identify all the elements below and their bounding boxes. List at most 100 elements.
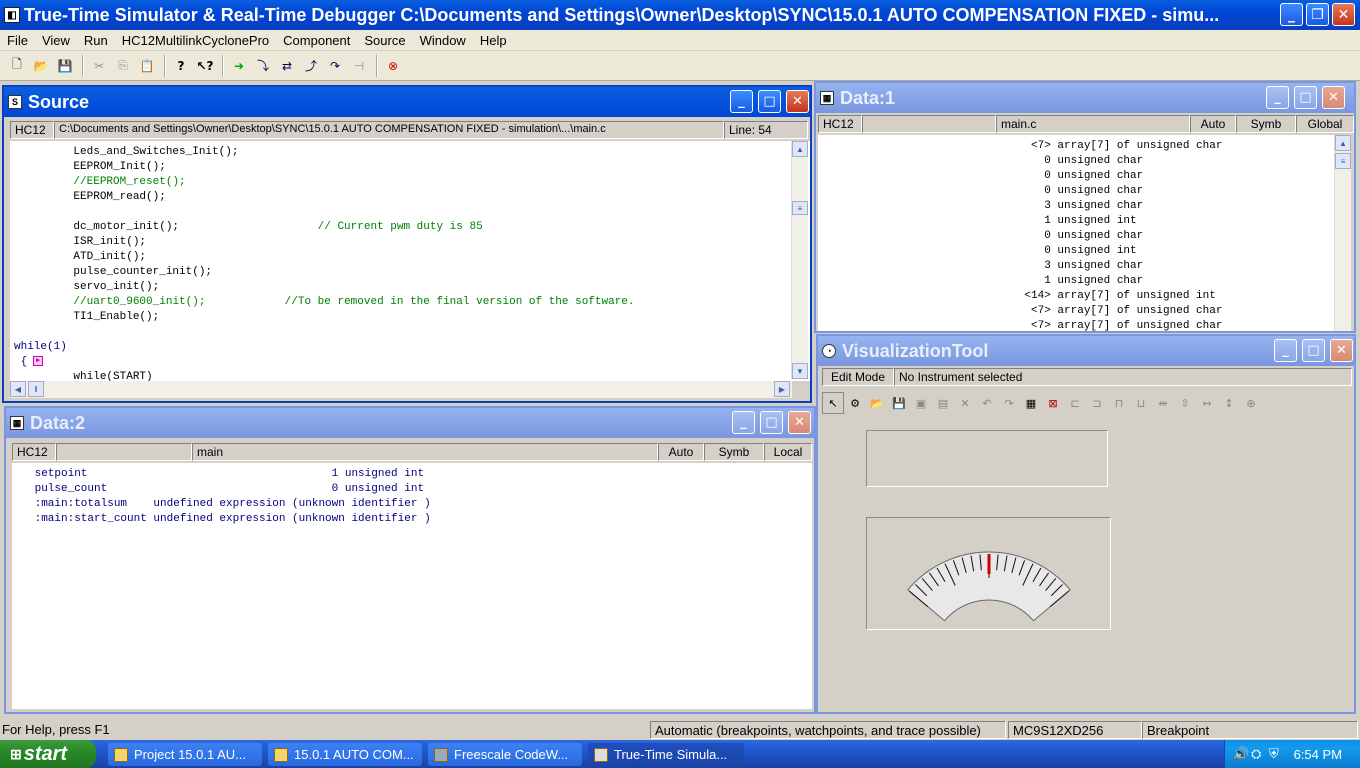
source-maximize-button[interactable]: □ — [758, 90, 781, 113]
cut-icon[interactable]: ✂ — [88, 55, 110, 77]
source-line[interactable]: servo_init(); — [14, 280, 159, 295]
scroll-up-icon[interactable]: ▲ — [792, 141, 808, 157]
source-line[interactable]: {▶ — [14, 355, 44, 370]
variable-row[interactable]: 0 unsigned int — [998, 244, 1136, 259]
same-width-icon[interactable]: ↔ — [1196, 392, 1218, 414]
undo-icon[interactable]: ↶ — [976, 392, 998, 414]
scroll-down-icon[interactable]: ▼ — [792, 363, 808, 379]
breakpoint-marker-icon[interactable]: ▶ — [33, 356, 44, 367]
menu-window[interactable]: Window — [413, 33, 473, 48]
data1-mode[interactable]: Auto — [1190, 115, 1236, 133]
same-size-icon[interactable]: ⊕ — [1240, 392, 1262, 414]
variable-row[interactable]: 1 unsigned char — [998, 274, 1143, 289]
data1-titlebar[interactable]: ▦ Data:1 _ □ ✕ — [816, 83, 1354, 113]
scroll-thumb[interactable]: ≡ — [1335, 153, 1351, 169]
variable-row[interactable]: 3 unsigned char — [998, 259, 1143, 274]
menu-view[interactable]: View — [35, 33, 77, 48]
close-button[interactable]: ✕ — [1332, 3, 1355, 26]
task-button-codewarrior[interactable]: Freescale CodeW... — [428, 743, 582, 766]
align-left-icon[interactable]: ⊏ — [1064, 392, 1086, 414]
variable-row[interactable]: 0 unsigned char — [998, 169, 1143, 184]
delete-icon[interactable]: ✕ — [954, 392, 976, 414]
start-button[interactable]: ⊞ start — [0, 740, 96, 768]
send-back-icon[interactable]: ▤ — [932, 392, 954, 414]
security-icon[interactable]: ⛨ — [1269, 747, 1279, 762]
single-step-icon[interactable]: ⤵ — [252, 55, 274, 77]
scroll-right-icon[interactable]: ▶ — [774, 381, 790, 397]
assembly-step-icon[interactable]: ↷ — [324, 55, 346, 77]
variable-row[interactable]: <7> array[7] of unsigned char — [998, 304, 1222, 319]
source-horizontal-scrollbar[interactable]: ◀ ‖ ▶ — [10, 381, 792, 398]
paste-icon[interactable]: 📋 — [136, 55, 158, 77]
variable-row[interactable]: :main:start_count undefined expression (… — [28, 512, 431, 527]
source-line[interactable]: while(1) — [14, 340, 67, 355]
save-icon[interactable]: 💾 — [888, 392, 910, 414]
source-close-button[interactable]: ✕ — [786, 90, 809, 113]
menu-help[interactable]: Help — [473, 33, 514, 48]
variable-row[interactable]: <7> array[7] of unsigned char — [998, 139, 1222, 154]
menu-connection[interactable]: HC12MultilinkCyclonePro — [115, 33, 276, 48]
scroll-thumb[interactable]: ≡ — [792, 201, 808, 215]
source-minimize-button[interactable]: _ — [730, 90, 753, 113]
source-line[interactable]: pulse_counter_init(); — [14, 265, 212, 280]
same-height-icon[interactable]: ↕ — [1218, 392, 1240, 414]
data1-vertical-scrollbar[interactable]: ▲ ≡ — [1334, 135, 1351, 331]
context-help-icon[interactable]: ↖? — [194, 55, 216, 77]
align-bottom-icon[interactable]: ⊔ — [1130, 392, 1152, 414]
variable-row[interactable]: 3 unsigned char — [998, 199, 1143, 214]
data2-format[interactable]: Symb — [704, 443, 764, 461]
start-icon[interactable]: ➜ — [228, 55, 250, 77]
source-line[interactable]: dc_motor_init(); // Current pwm duty is … — [14, 220, 482, 235]
grid-icon[interactable]: ▦ — [1020, 392, 1042, 414]
display-instrument[interactable] — [866, 430, 1108, 487]
task-button-folder[interactable]: 15.0.1 AUTO COM... — [268, 743, 422, 766]
source-line[interactable]: //uart0_9600_init(); //To be removed in … — [14, 295, 634, 310]
variable-row[interactable]: 0 unsigned char — [998, 229, 1143, 244]
menu-run[interactable]: Run — [77, 33, 115, 48]
variable-row[interactable]: <14> array[7] of unsigned int — [998, 289, 1215, 304]
variable-row[interactable]: 0 unsigned char — [998, 184, 1143, 199]
data2-scope[interactable]: Local — [764, 443, 812, 461]
align-right-icon[interactable]: ⊐ — [1086, 392, 1108, 414]
source-line[interactable]: Leds_and_Switches_Init(); — [14, 145, 238, 160]
open-icon[interactable]: 📂 — [30, 55, 52, 77]
data2-minimize-button[interactable]: _ — [732, 411, 755, 434]
source-line[interactable]: ATD_init(); — [14, 250, 146, 265]
task-button-project[interactable]: Project 15.0.1 AU... — [108, 743, 262, 766]
app-titlebar[interactable]: ◧ True-Time Simulator & Real-Time Debugg… — [0, 0, 1360, 30]
variable-row[interactable]: pulse_count 0 unsigned int — [28, 482, 424, 497]
source-line[interactable]: ISR_init(); — [14, 235, 146, 250]
data1-minimize-button[interactable]: _ — [1266, 86, 1289, 109]
source-titlebar[interactable]: S Source _ □ ✕ — [4, 87, 810, 117]
source-line[interactable]: EEPROM_read(); — [14, 190, 165, 205]
space-vertical-icon[interactable]: ⇳ — [1174, 392, 1196, 414]
select-pointer-icon[interactable]: ↖ — [822, 392, 844, 414]
viz-maximize-button[interactable]: □ — [1302, 339, 1325, 362]
halt-icon[interactable]: ⊣ — [348, 55, 370, 77]
analog-meter-instrument[interactable] — [866, 517, 1111, 630]
source-line[interactable]: EEPROM_Init(); — [14, 160, 165, 175]
data1-close-button[interactable]: ✕ — [1322, 86, 1345, 109]
copy-icon[interactable]: ⎘ — [112, 55, 134, 77]
viz-titlebar[interactable]: ◔ VisualizationTool _ □ ✕ — [818, 336, 1354, 366]
new-icon[interactable]: 🗋 — [6, 55, 28, 77]
data2-maximize-button[interactable]: □ — [760, 411, 783, 434]
scroll-up-icon[interactable]: ▲ — [1335, 135, 1351, 151]
data1-maximize-button[interactable]: □ — [1294, 86, 1317, 109]
variable-row[interactable]: <7> array[7] of unsigned char — [998, 319, 1222, 331]
reset-icon[interactable]: ⊗ — [382, 55, 404, 77]
variable-row[interactable]: 1 unsigned int — [998, 214, 1136, 229]
data2-variables-pane[interactable]: setpoint 1 unsigned int pulse_count 0 un… — [12, 463, 812, 709]
scroll-left-icon[interactable]: ◀ — [10, 381, 26, 397]
save-icon[interactable]: 💾 — [54, 55, 76, 77]
network-icon[interactable]: ⛭ — [1251, 747, 1261, 762]
space-horizontal-icon[interactable]: ⇹ — [1152, 392, 1174, 414]
data2-close-button[interactable]: ✕ — [788, 411, 811, 434]
viz-minimize-button[interactable]: _ — [1274, 339, 1297, 362]
redo-icon[interactable]: ↷ — [998, 392, 1020, 414]
restore-button[interactable]: ❐ — [1306, 3, 1329, 26]
data2-titlebar[interactable]: ▦ Data:2 _ □ ✕ — [6, 408, 814, 438]
viz-edit-mode[interactable]: Edit Mode — [822, 368, 894, 386]
variable-row[interactable]: 0 unsigned char — [998, 154, 1143, 169]
data1-format[interactable]: Symb — [1236, 115, 1296, 133]
